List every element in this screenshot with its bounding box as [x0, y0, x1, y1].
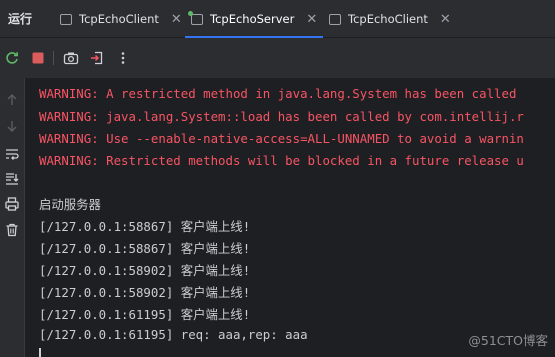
running-app-icon	[188, 10, 203, 25]
console-line: WARNING: A restricted method in java.lan…	[39, 86, 517, 101]
tab-tcp-echo-server[interactable]: TcpEchoServer ✕	[184, 0, 324, 38]
tab-tcp-echo-client-1[interactable]: TcpEchoClient ✕	[60, 0, 182, 38]
run-toolbar	[0, 38, 555, 78]
run-tool-window-header: 运行 TcpEchoClient ✕ TcpEchoServer ✕ TcpEc…	[0, 0, 555, 38]
app-icon	[329, 13, 341, 25]
console-line: [/127.0.0.1:58902] 客户端上线!	[39, 263, 251, 278]
tab-label: TcpEchoClient	[79, 12, 159, 26]
console-output[interactable]: WARNING: A restricted method in java.lan…	[25, 78, 555, 357]
console-line: WARNING: java.lang.System::load has been…	[39, 109, 524, 124]
close-icon[interactable]: ✕	[171, 12, 182, 27]
more-icon[interactable]	[114, 49, 132, 67]
run-panel-title: 运行	[8, 12, 33, 26]
print-icon[interactable]	[4, 196, 20, 212]
text-cursor	[39, 348, 41, 357]
console-line: WARNING: Restricted methods will be bloc…	[39, 153, 524, 168]
console-line: 启动服务器	[39, 197, 101, 212]
tab-label: TcpEchoClient	[348, 12, 428, 26]
rerun-icon[interactable]	[3, 49, 21, 67]
close-icon[interactable]: ✕	[306, 12, 317, 27]
console-line: [/127.0.0.1:58867] 客户端上线!	[39, 219, 251, 234]
console-line: [/127.0.0.1:61195] req: aaa,rep: aaa	[39, 327, 308, 342]
scroll-down-icon[interactable]	[4, 118, 20, 134]
tab-label: TcpEchoServer	[210, 12, 295, 26]
tab-tcp-echo-client-2[interactable]: TcpEchoClient ✕	[329, 0, 451, 38]
camera-icon[interactable]	[62, 49, 80, 67]
watermark: @51CTO博客	[468, 333, 548, 348]
exit-icon[interactable]	[88, 49, 106, 67]
scroll-to-end-icon[interactable]	[4, 171, 20, 187]
clear-icon[interactable]	[4, 222, 20, 238]
console-line: [/127.0.0.1:58867] 客户端上线!	[39, 241, 251, 256]
soft-wrap-icon[interactable]	[4, 146, 20, 162]
console-line: [/127.0.0.1:58902] 客户端上线!	[39, 285, 251, 300]
app-icon	[60, 13, 72, 25]
close-icon[interactable]: ✕	[440, 12, 451, 27]
console-gutter	[0, 78, 25, 357]
scroll-up-icon[interactable]	[4, 92, 20, 108]
stop-icon[interactable]	[29, 49, 47, 67]
console-line: [/127.0.0.1:61195] 客户端上线!	[39, 307, 251, 322]
console-line: WARNING: Use --enable-native-access=ALL-…	[39, 131, 524, 146]
